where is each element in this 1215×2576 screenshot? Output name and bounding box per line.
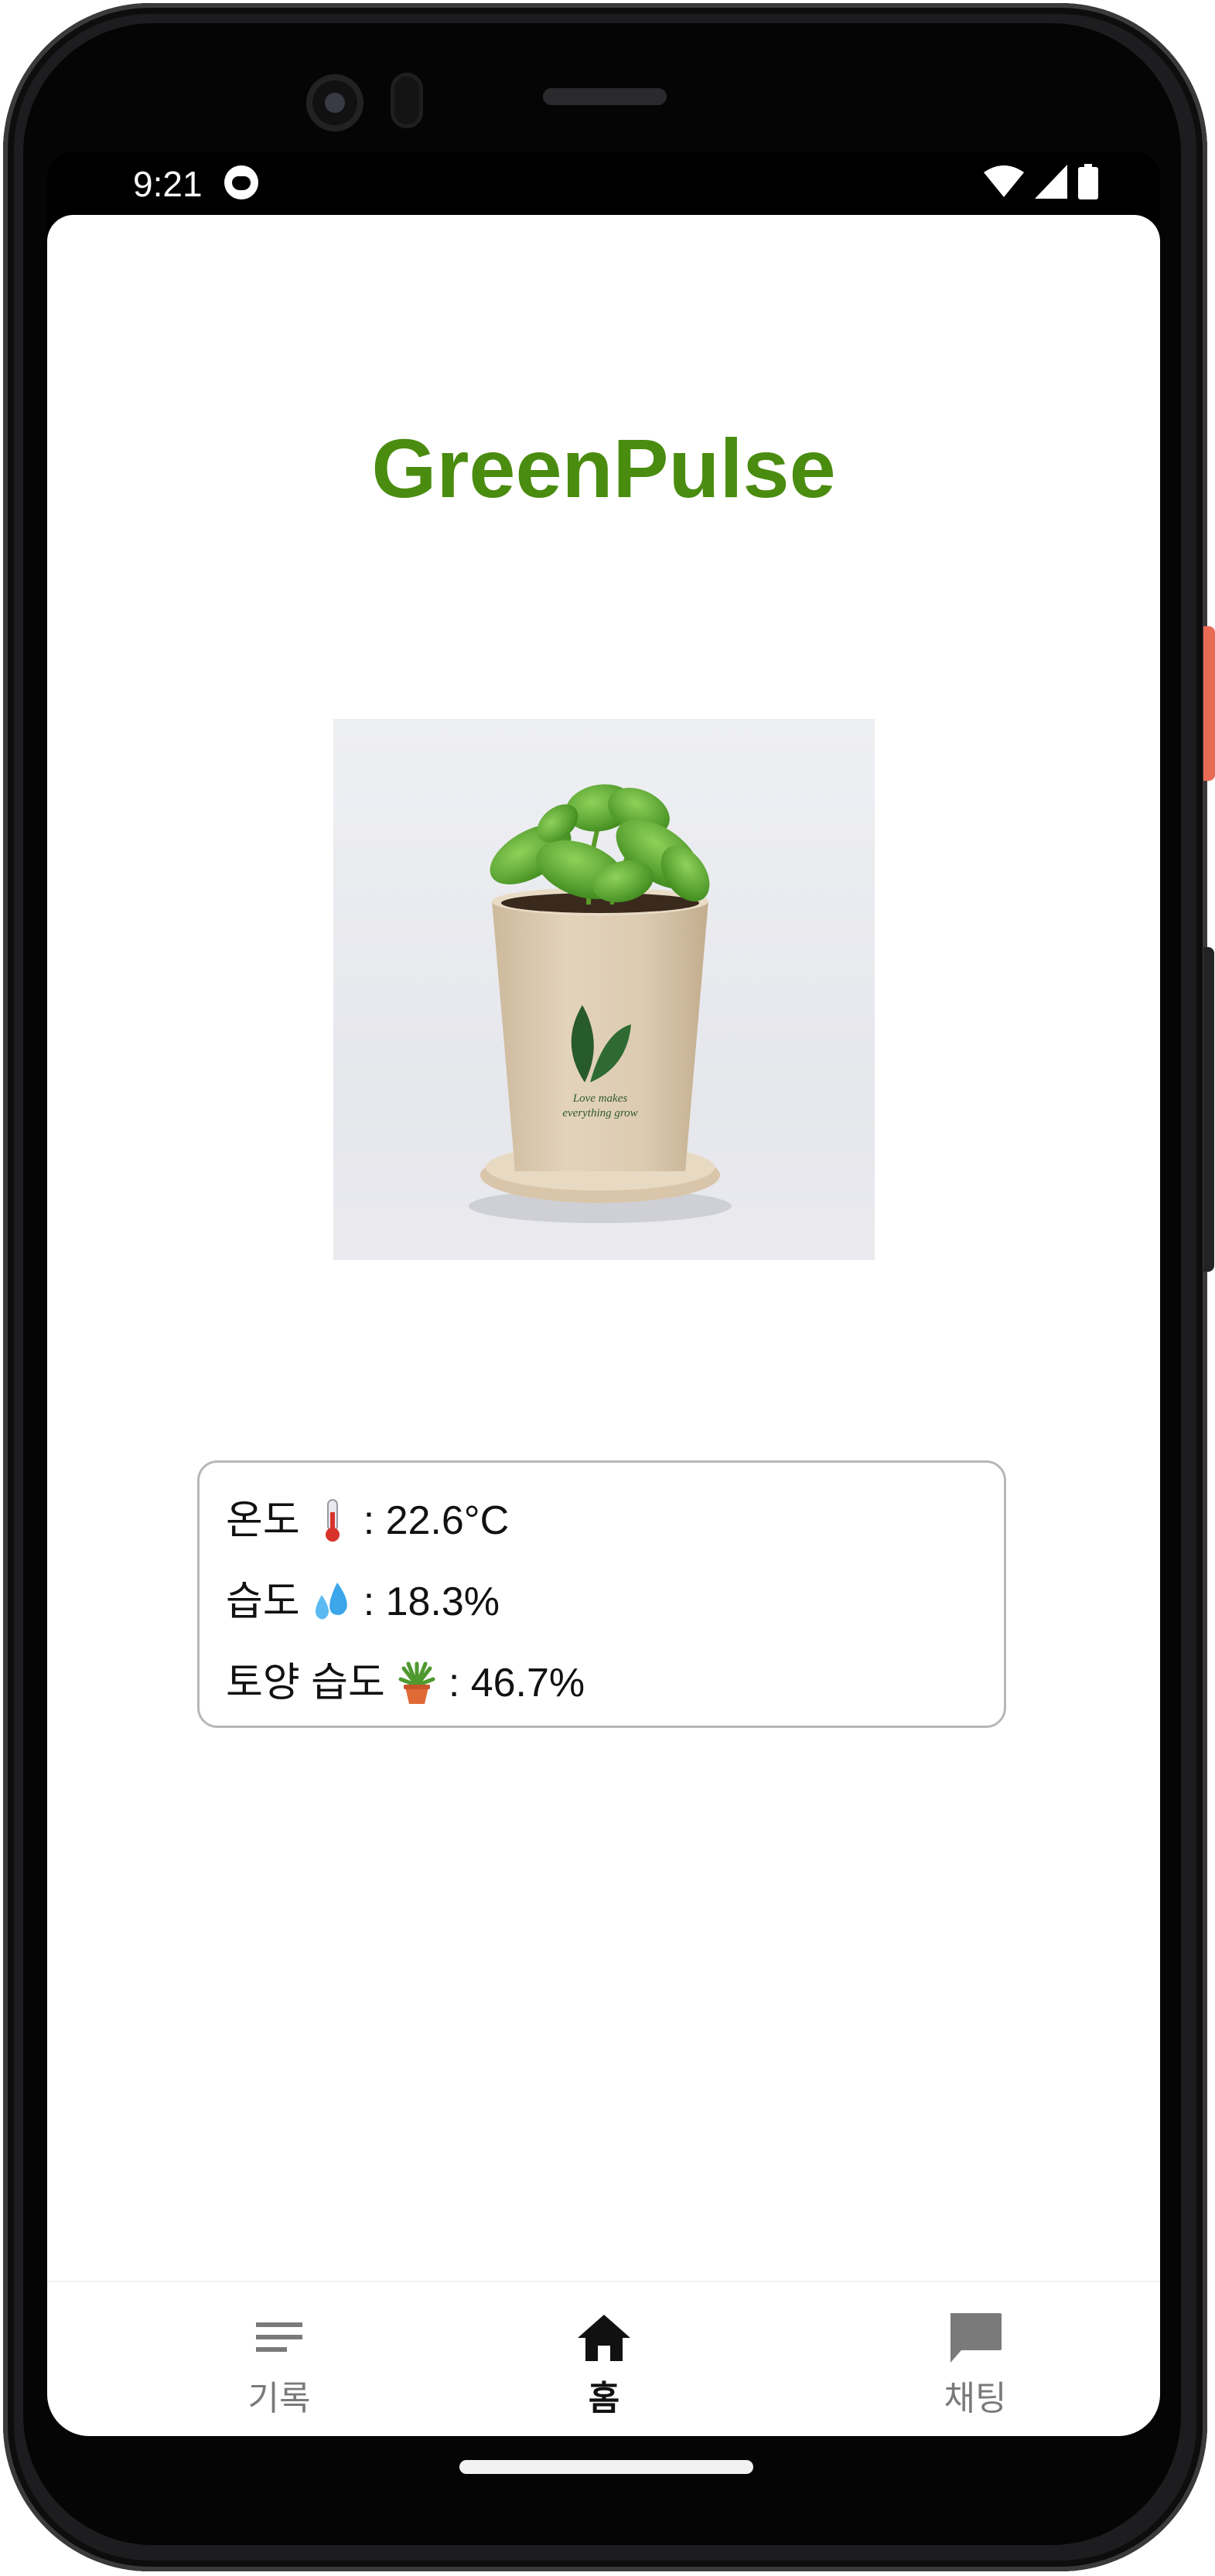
screen: 9:21 GreenPulse Love makes everything gr… <box>47 152 1160 2436</box>
camera-lens <box>325 93 345 113</box>
nav-records-tab[interactable]: 기록 <box>186 2309 372 2420</box>
proximity-sensor <box>391 73 423 128</box>
status-time: 9:21 <box>133 164 203 204</box>
potted-plant-icon <box>396 1661 438 1705</box>
status-icons <box>984 164 1098 199</box>
soil-moisture-value: : 46.7% <box>448 1661 585 1705</box>
nav-records-label: 기록 <box>247 2380 311 2418</box>
humidity-label: 습도 <box>226 1579 300 1624</box>
gesture-handle[interactable] <box>459 2460 753 2474</box>
notification-icon <box>224 165 258 199</box>
basil-pot-illustration: Love makes everything grow <box>469 784 732 1223</box>
soil-moisture-row: 토양 습도 : 46.7% <box>226 1658 585 1708</box>
nav-chat-tab[interactable]: 채팅 <box>882 2309 1068 2420</box>
pot-text-line1: Love makes <box>572 1092 628 1105</box>
status-bar: 9:21 <box>47 152 1160 215</box>
list-icon <box>256 2322 302 2352</box>
sensor-card: 온도 : 22.6°C 습도 : 18.3% 토양 습도: 46.7% <box>197 1460 1006 1728</box>
nav-chat-label: 채팅 <box>944 2380 1007 2418</box>
temperature-row: 온도 : 22.6°C <box>226 1496 509 1545</box>
nav-home-label: 홈 <box>588 2380 620 2418</box>
plant-image: Love makes everything grow <box>333 719 875 1260</box>
earpiece-speaker <box>543 88 667 105</box>
power-button <box>1203 626 1215 781</box>
battery-icon <box>1078 164 1098 199</box>
humidity-row: 습도 : 18.3% <box>226 1577 500 1627</box>
temperature-label: 온도 <box>226 1498 300 1543</box>
pot-text-line2: everything grow <box>562 1107 637 1119</box>
temperature-value: : 22.6°C <box>363 1498 510 1543</box>
soil-moisture-label: 토양 습도 <box>226 1661 385 1705</box>
app-content: GreenPulse Love makes everything grow 온도… <box>47 215 1160 2281</box>
app-title: GreenPulse <box>371 421 836 515</box>
home-icon <box>578 2315 630 2361</box>
chat-icon <box>950 2313 1002 2363</box>
bottom-navigation: 기록 홈 채팅 <box>47 2281 1160 2436</box>
nav-home-tab[interactable]: 홈 <box>511 2309 697 2420</box>
humidity-value: : 18.3% <box>363 1579 500 1624</box>
sweat-droplets-icon <box>311 1579 353 1624</box>
wifi-icon <box>984 165 1024 197</box>
signal-icon <box>1035 165 1067 199</box>
volume-button <box>1203 947 1214 1272</box>
thermometer-icon <box>311 1498 353 1543</box>
